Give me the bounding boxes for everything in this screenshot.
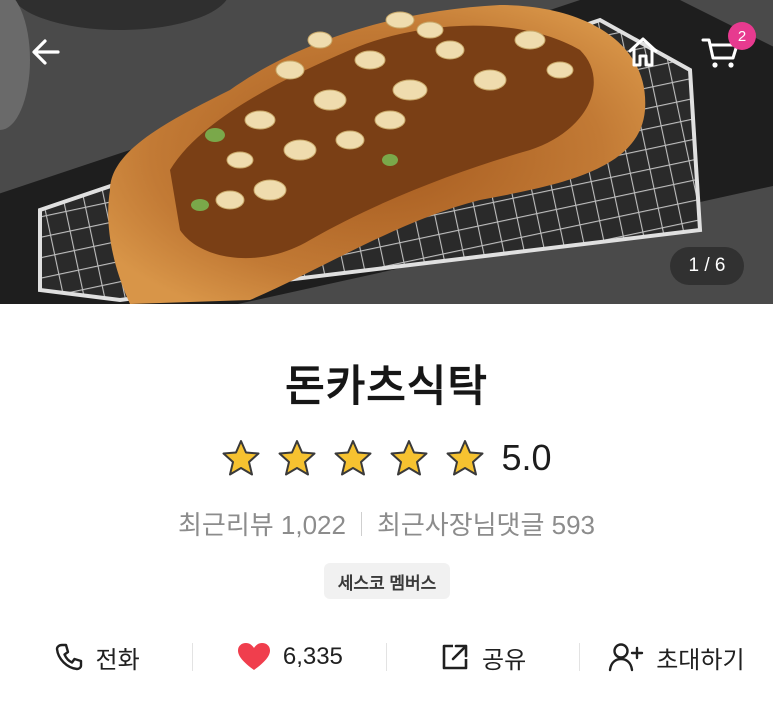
arrow-left-icon: [32, 39, 60, 65]
star-icon: [222, 440, 260, 476]
back-button[interactable]: [28, 34, 72, 78]
invite-button[interactable]: 초대하기: [580, 628, 773, 686]
rating-score: 5.0: [501, 437, 552, 478]
star-icon: [278, 440, 316, 476]
star-icon: [334, 440, 372, 476]
call-button[interactable]: 전화: [0, 628, 194, 686]
phone-icon: [55, 643, 82, 671]
heart-icon: [237, 643, 270, 670]
rating-row: 5.0: [0, 434, 773, 482]
store-hero-image[interactable]: 2 1 / 6: [0, 0, 773, 304]
review-stats: 최근리뷰 1,022 최근사장님댓글 593: [0, 505, 773, 542]
invite-icon: [609, 643, 644, 672]
home-button[interactable]: [625, 34, 669, 78]
like-button[interactable]: 6,335: [193, 628, 387, 686]
action-bar: 전화 6,335 공유 초대하기: [0, 628, 773, 686]
cart-count-badge: 2: [728, 22, 756, 50]
store-name: 돈카츠식탁: [285, 363, 488, 411]
share-button[interactable]: 공유: [387, 628, 581, 686]
star-icon: [390, 440, 428, 476]
star-rating: [221, 438, 485, 478]
like-count: 6,335: [282, 643, 343, 670]
recent-reviews-link[interactable]: 최근리뷰 1,022: [178, 505, 346, 542]
stats-divider: [360, 511, 362, 536]
share-icon: [442, 644, 468, 670]
call-label: 전화: [95, 646, 140, 674]
image-page-indicator: 1 / 6: [670, 247, 744, 285]
cesco-members-badge: 세스코 멤버스: [324, 563, 450, 599]
home-icon: [628, 37, 658, 67]
recent-owner-replies-link[interactable]: 최근사장님댓글 593: [377, 505, 595, 542]
share-label: 공유: [482, 646, 527, 674]
star-icon: [446, 440, 484, 476]
invite-label: 초대하기: [656, 646, 745, 674]
